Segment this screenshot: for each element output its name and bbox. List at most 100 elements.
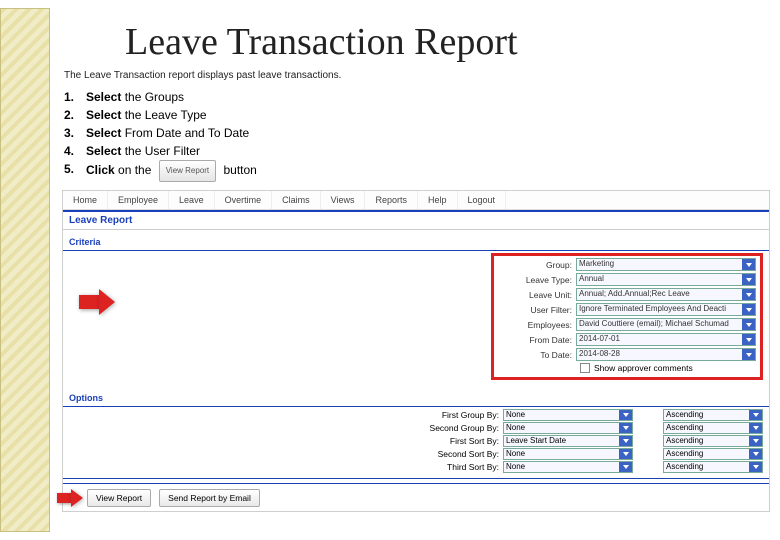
option-row-first-group: First Group By: None Ascending bbox=[63, 409, 763, 421]
option-label: Third Sort By: bbox=[407, 462, 503, 472]
criteria-row-leave-type: Leave Type: Annual bbox=[498, 273, 756, 286]
nav-logout[interactable]: Logout bbox=[458, 191, 507, 209]
criteria-row-user-filter: User Filter: Ignore Terminated Employees… bbox=[498, 303, 756, 316]
employees-select[interactable]: David Couttiere (email); Michael Schumad bbox=[576, 318, 756, 331]
chevron-down-icon bbox=[742, 259, 755, 270]
chevron-down-icon bbox=[749, 436, 762, 446]
group-select[interactable]: Marketing bbox=[576, 258, 756, 271]
chevron-down-icon bbox=[749, 423, 762, 433]
show-approver-comments-row: Show approver comments bbox=[580, 363, 756, 373]
chevron-down-icon bbox=[742, 289, 755, 300]
criteria-label: Employees: bbox=[498, 320, 576, 330]
options-header: Options bbox=[63, 390, 769, 407]
criteria-label: To Date: bbox=[498, 350, 576, 360]
navbar: Home Employee Leave Overtime Claims View… bbox=[63, 191, 769, 210]
option-row-second-sort: Second Sort By: None Ascending bbox=[63, 448, 763, 460]
chevron-down-icon bbox=[619, 462, 632, 472]
chevron-down-icon bbox=[749, 462, 762, 472]
nav-employee[interactable]: Employee bbox=[108, 191, 169, 209]
step-text: Select the Leave Type bbox=[86, 106, 207, 124]
step-4: 4. Select the User Filter bbox=[64, 142, 257, 160]
criteria-grid: Group: Marketing Leave Type: Annual Leav… bbox=[491, 253, 763, 380]
nav-home[interactable]: Home bbox=[63, 191, 108, 209]
option-row-third-sort: Third Sort By: None Ascending bbox=[63, 461, 763, 473]
decorative-border bbox=[0, 8, 50, 532]
inline-view-report-button: View Report bbox=[159, 160, 216, 182]
criteria-label: Leave Type: bbox=[498, 275, 576, 285]
step-number: 5. bbox=[64, 160, 86, 182]
button-bar: View Report Send Report by Email bbox=[63, 483, 769, 511]
step-2: 2. Select the Leave Type bbox=[64, 106, 257, 124]
step-text: Select the Groups bbox=[86, 88, 184, 106]
step-number: 3. bbox=[64, 124, 86, 142]
third-sort-select[interactable]: None bbox=[503, 461, 633, 473]
step-3: 3. Select From Date and To Date bbox=[64, 124, 257, 142]
criteria-label: Group: bbox=[498, 260, 576, 270]
chevron-down-icon bbox=[619, 423, 632, 433]
criteria-row-employees: Employees: David Couttiere (email); Mich… bbox=[498, 318, 756, 331]
page-subtitle: The Leave Transaction report displays pa… bbox=[64, 70, 341, 81]
nav-claims[interactable]: Claims bbox=[272, 191, 321, 209]
criteria-row-to-date: To Date: 2014-08-28 bbox=[498, 348, 756, 361]
criteria-block: Group: Marketing Leave Type: Annual Leav… bbox=[63, 251, 769, 386]
app-screenshot: Home Employee Leave Overtime Claims View… bbox=[62, 190, 770, 512]
second-group-select[interactable]: None bbox=[503, 422, 633, 434]
criteria-row-leave-unit: Leave Unit: Annual; Add.Annual;Rec Leave bbox=[498, 288, 756, 301]
options-grid: First Group By: None Ascending Second Gr… bbox=[63, 407, 769, 479]
nav-leave[interactable]: Leave bbox=[169, 191, 215, 209]
option-label: First Group By: bbox=[407, 410, 503, 420]
nav-overtime[interactable]: Overtime bbox=[215, 191, 273, 209]
chevron-down-icon bbox=[742, 304, 755, 315]
option-label: Second Group By: bbox=[407, 423, 503, 433]
step-text: Click on the View Report button bbox=[86, 160, 257, 182]
leave-unit-select[interactable]: Annual; Add.Annual;Rec Leave bbox=[576, 288, 756, 301]
criteria-header: Criteria bbox=[63, 234, 769, 251]
first-group-sort-select[interactable]: Ascending bbox=[663, 409, 763, 421]
user-filter-select[interactable]: Ignore Terminated Employees And Deacti bbox=[576, 303, 756, 316]
first-sort-select[interactable]: Leave Start Date bbox=[503, 435, 633, 447]
step-text: Select the User Filter bbox=[86, 142, 200, 160]
criteria-row-from-date: From Date: 2014-07-01 bbox=[498, 333, 756, 346]
chevron-down-icon bbox=[749, 449, 762, 459]
page-title: Leave Transaction Report bbox=[125, 20, 518, 64]
step-number: 2. bbox=[64, 106, 86, 124]
chevron-down-icon bbox=[749, 410, 762, 420]
view-report-button[interactable]: View Report bbox=[87, 489, 151, 507]
leave-type-select[interactable]: Annual bbox=[576, 273, 756, 286]
option-label: Second Sort By: bbox=[407, 449, 503, 459]
second-sort-select[interactable]: None bbox=[503, 448, 633, 460]
step-number: 4. bbox=[64, 142, 86, 160]
second-sort-order-select[interactable]: Ascending bbox=[663, 448, 763, 460]
chevron-down-icon bbox=[742, 274, 755, 285]
from-date-select[interactable]: 2014-07-01 bbox=[576, 333, 756, 346]
step-number: 1. bbox=[64, 88, 86, 106]
chevron-down-icon bbox=[742, 319, 755, 330]
second-group-sort-select[interactable]: Ascending bbox=[663, 422, 763, 434]
chevron-down-icon bbox=[742, 349, 755, 360]
steps-list: 1. Select the Groups 2. Select the Leave… bbox=[64, 88, 257, 182]
first-group-select[interactable]: None bbox=[503, 409, 633, 421]
checkbox-label: Show approver comments bbox=[594, 363, 693, 373]
option-row-first-sort: First Sort By: Leave Start Date Ascendin… bbox=[63, 435, 763, 447]
third-sort-order-select[interactable]: Ascending bbox=[663, 461, 763, 473]
show-approver-comments-checkbox[interactable] bbox=[580, 363, 590, 373]
nav-help[interactable]: Help bbox=[418, 191, 458, 209]
step-text: Select From Date and To Date bbox=[86, 124, 249, 142]
chevron-down-icon bbox=[619, 449, 632, 459]
send-report-email-button[interactable]: Send Report by Email bbox=[159, 489, 260, 507]
criteria-row-group: Group: Marketing bbox=[498, 258, 756, 271]
criteria-label: User Filter: bbox=[498, 305, 576, 315]
chevron-down-icon bbox=[619, 410, 632, 420]
nav-reports[interactable]: Reports bbox=[365, 191, 418, 209]
section-leave-report: Leave Report bbox=[63, 210, 769, 230]
step-5: 5. Click on the View Report button bbox=[64, 160, 257, 182]
criteria-label: Leave Unit: bbox=[498, 290, 576, 300]
option-label: First Sort By: bbox=[407, 436, 503, 446]
first-sort-order-select[interactable]: Ascending bbox=[663, 435, 763, 447]
to-date-select[interactable]: 2014-08-28 bbox=[576, 348, 756, 361]
criteria-label: From Date: bbox=[498, 335, 576, 345]
nav-views[interactable]: Views bbox=[321, 191, 366, 209]
option-row-second-group: Second Group By: None Ascending bbox=[63, 422, 763, 434]
step-1: 1. Select the Groups bbox=[64, 88, 257, 106]
chevron-down-icon bbox=[619, 436, 632, 446]
